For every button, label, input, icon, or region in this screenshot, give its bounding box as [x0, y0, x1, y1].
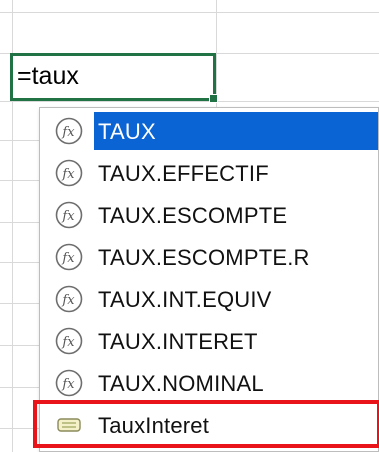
autocomplete-item-label: TAUX: [98, 119, 156, 144]
svg-text:fx: fx: [61, 335, 75, 350]
svg-text:fx: fx: [61, 167, 75, 182]
autocomplete-item-label: TAUX.INTERET: [98, 329, 258, 354]
row-gridline: [0, 101, 379, 102]
svg-text:fx: fx: [61, 377, 75, 392]
svg-text:fx: fx: [61, 251, 75, 266]
autocomplete-item-taux-effectif[interactable]: fx TAUX.EFFECTIF: [40, 152, 378, 194]
cell-formula-text: =taux: [17, 62, 79, 90]
row-gridline: [0, 12, 379, 13]
function-icon: fx: [54, 116, 84, 146]
function-icon: fx: [54, 200, 84, 230]
autocomplete-item-taux-int-equiv[interactable]: fx TAUX.INT.EQUIV: [40, 278, 378, 320]
autocomplete-item-taux-interet[interactable]: fx TAUX.INTERET: [40, 320, 378, 362]
formula-autocomplete-list: fx TAUX fx TAUX.EFFECTIF fx TAUX.ESCOMPT…: [33, 107, 379, 452]
autocomplete-item-taux-escompte-r[interactable]: fx TAUX.ESCOMPTE.R: [40, 236, 378, 278]
function-icon: fx: [54, 326, 84, 356]
autocomplete-item-label: TAUX.EFFECTIF: [98, 161, 269, 186]
active-cell[interactable]: =taux: [10, 53, 218, 103]
autocomplete-item-label: TAUX.ESCOMPTE: [98, 203, 288, 228]
function-icon: fx: [54, 158, 84, 188]
fill-handle[interactable]: [209, 94, 218, 103]
autocomplete-item-label: TauxInteret: [98, 413, 210, 438]
named-range-icon: [54, 410, 84, 440]
autocomplete-item-taux[interactable]: fx TAUX: [40, 110, 378, 152]
svg-text:fx: fx: [61, 209, 75, 224]
autocomplete-item-taux-nominal[interactable]: fx TAUX.NOMINAL: [40, 362, 378, 404]
function-icon: fx: [54, 242, 84, 272]
function-icon: fx: [54, 368, 84, 398]
autocomplete-item-label: TAUX.INT.EQUIV: [98, 287, 272, 312]
autocomplete-item-tauxinteret[interactable]: TauxInteret: [40, 404, 378, 446]
svg-text:fx: fx: [61, 293, 75, 308]
autocomplete-item-label: TAUX.NOMINAL: [98, 371, 264, 396]
function-icon: fx: [54, 284, 84, 314]
autocomplete-item-taux-escompte[interactable]: fx TAUX.ESCOMPTE: [40, 194, 378, 236]
svg-text:fx: fx: [61, 125, 75, 140]
autocomplete-item-label: TAUX.ESCOMPTE.R: [98, 245, 310, 270]
